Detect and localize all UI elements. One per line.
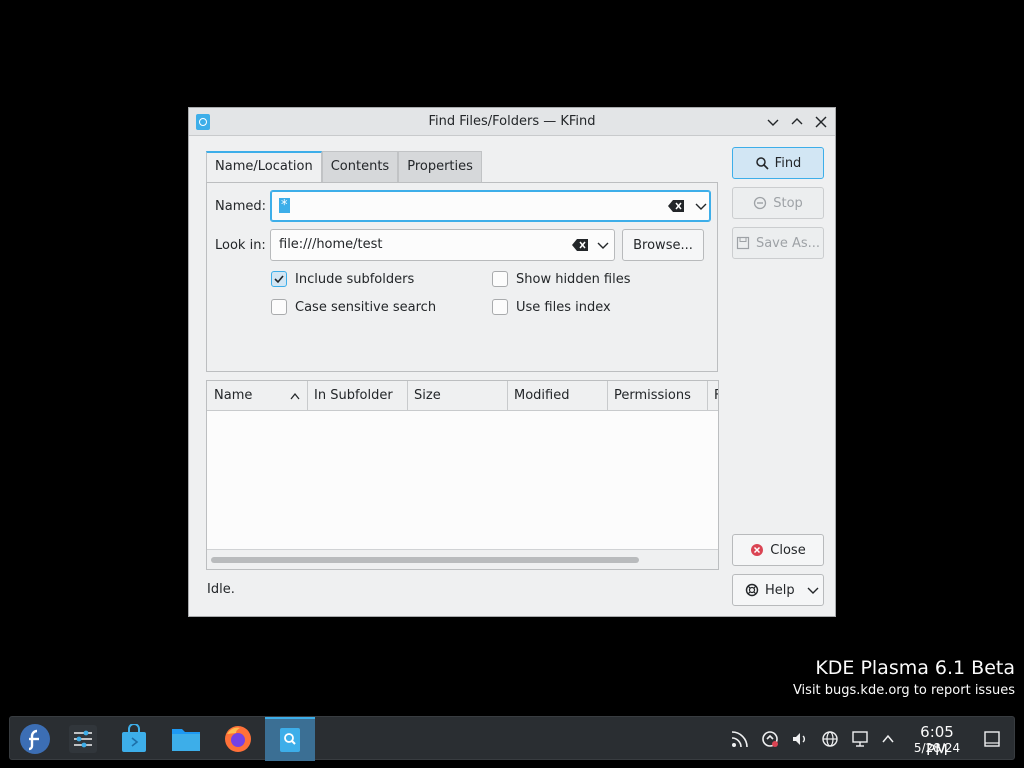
use-files-index-checkbox[interactable]: Use files index (492, 299, 611, 315)
case-sensitive-label: Case sensitive search (295, 299, 437, 315)
browse-button[interactable]: Browse... (622, 229, 704, 261)
expand-tray-chevron-icon[interactable] (878, 729, 898, 749)
desktop-version-subtitle: Visit bugs.kde.org to report issues (792, 683, 1015, 698)
named-combobox[interactable]: * (270, 190, 711, 222)
fedora-logo-icon (20, 724, 50, 754)
folder-icon (172, 729, 200, 751)
maximize-button[interactable] (787, 112, 807, 132)
checkmark-icon (274, 275, 284, 284)
find-label: Find (774, 155, 802, 171)
help-lifebuoy-icon (745, 583, 759, 597)
close-window-button[interactable] (811, 112, 831, 132)
named-input-value[interactable]: * (279, 198, 290, 213)
find-button[interactable]: Find (732, 147, 824, 179)
firefox-app[interactable] (213, 717, 263, 761)
results-header: Name In Subfolder Size Modified Permissi… (207, 381, 718, 411)
system-settings-app[interactable] (58, 717, 108, 761)
sort-ascending-icon (290, 392, 300, 400)
shopping-bag-icon (122, 724, 146, 752)
chevron-down-icon[interactable] (695, 201, 707, 213)
clear-text-icon[interactable] (668, 200, 684, 212)
dolphin-file-manager-app[interactable] (161, 717, 211, 761)
column-header-name[interactable]: Name (207, 381, 308, 411)
clock-date[interactable]: 5/28/24 (907, 741, 967, 755)
save-icon (736, 236, 750, 250)
checkbox-box (492, 299, 508, 315)
chevron-down-icon (767, 119, 779, 126)
wired-network-icon[interactable] (850, 729, 870, 749)
tab-properties[interactable]: Properties (398, 151, 482, 183)
rss-feed-icon[interactable] (730, 729, 750, 749)
show-desktop-icon[interactable] (982, 729, 1002, 749)
include-subfolders-label: Include subfolders (295, 271, 415, 287)
close-icon (815, 116, 827, 128)
kfind-taskbar-app[interactable] (265, 717, 315, 761)
kfind-window: Find Files/Folders — KFind Name/Location… (188, 107, 836, 617)
scrollbar-thumb[interactable] (211, 557, 639, 563)
kfind-icon (280, 728, 300, 752)
column-header-size[interactable]: Size (407, 381, 508, 411)
close-circle-icon (751, 544, 764, 556)
close-label: Close (770, 542, 806, 558)
chevron-down-icon[interactable] (597, 240, 609, 252)
chevron-down-icon[interactable] (807, 585, 819, 597)
case-sensitive-checkbox[interactable]: Case sensitive search (271, 299, 436, 315)
tab-contents[interactable]: Contents (321, 151, 399, 183)
lookin-combobox[interactable]: file:///home/test (270, 229, 615, 261)
checkbox-box (492, 271, 508, 287)
taskbar: 6:05 PM 5/28/24 (9, 716, 1015, 761)
column-header-modified[interactable]: Modified (507, 381, 608, 411)
discover-app[interactable] (109, 717, 159, 761)
volume-icon[interactable] (790, 729, 810, 749)
checkbox-box (271, 299, 287, 315)
horizontal-scrollbar[interactable] (207, 549, 718, 569)
show-hidden-label: Show hidden files (516, 271, 631, 287)
minimize-button[interactable] (763, 112, 783, 132)
name-location-panel: Named: * Look in: file:///home/test Brow… (206, 182, 718, 372)
app-launcher-button[interactable] (10, 717, 60, 761)
use-files-index-label: Use files index (516, 299, 611, 315)
tab-name-location[interactable]: Name/Location (206, 151, 322, 183)
lookin-label: Look in: (215, 238, 266, 253)
chevron-up-icon (791, 118, 803, 125)
include-subfolders-checkbox[interactable]: Include subfolders (271, 271, 414, 287)
show-hidden-checkbox[interactable]: Show hidden files (492, 271, 631, 287)
help-button[interactable]: Help (732, 574, 824, 606)
tab-bar: Name/Location Contents Properties (206, 151, 482, 183)
settings-sliders-icon (69, 725, 97, 753)
stop-icon (754, 196, 767, 210)
status-text: Idle. (207, 582, 235, 597)
help-label: Help (765, 582, 795, 598)
titlebar[interactable]: Find Files/Folders — KFind (189, 108, 835, 136)
stop-label: Stop (773, 195, 803, 211)
checkbox-box (271, 271, 287, 287)
search-icon (755, 157, 769, 170)
results-table[interactable]: Name In Subfolder Size Modified Permissi… (206, 380, 719, 570)
column-header-subfolder[interactable]: In Subfolder (307, 381, 408, 411)
updates-icon[interactable] (760, 729, 780, 749)
clear-text-icon[interactable] (572, 239, 588, 251)
network-globe-icon[interactable] (820, 729, 840, 749)
lookin-input[interactable]: file:///home/test (279, 237, 383, 252)
window-title: Find Files/Folders — KFind (428, 114, 596, 129)
column-header-permissions[interactable]: Permissions (607, 381, 708, 411)
desktop-version-title: KDE Plasma 6.1 Beta (815, 657, 1015, 679)
named-label: Named: (215, 199, 266, 214)
stop-button[interactable]: Stop (732, 187, 824, 219)
column-header-overflow[interactable]: F (707, 381, 718, 411)
save-as-label: Save As... (755, 235, 821, 251)
close-button[interactable]: Close (732, 534, 824, 566)
save-as-button[interactable]: Save As... (732, 227, 824, 259)
firefox-icon (225, 726, 251, 752)
